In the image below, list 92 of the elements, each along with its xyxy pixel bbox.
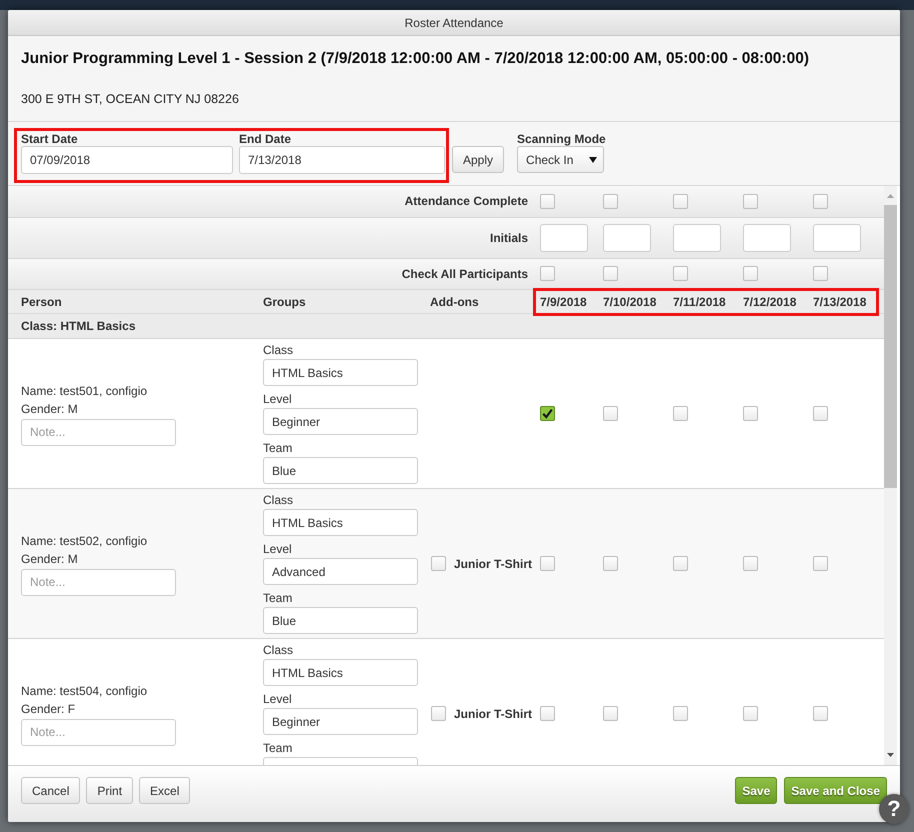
field-label: Class [263, 492, 294, 509]
footer-button[interactable]: Print [86, 777, 134, 804]
person-gender: Gender: F [21, 700, 76, 718]
checkbox[interactable] [540, 706, 555, 721]
group-field[interactable]: Beginner [263, 408, 418, 435]
caret-icon [589, 156, 598, 162]
note-field[interactable]: Note... [21, 718, 176, 746]
row-label: Initials [490, 230, 529, 244]
person-name: Name: test504, configio [21, 682, 148, 700]
start-date-field[interactable]: 07/09/2018 [21, 146, 233, 174]
date-header: 7/9/2018 [540, 294, 588, 308]
note-field[interactable]: Note... [21, 418, 176, 446]
group-field[interactable]: HTML Basics [263, 509, 418, 536]
group-field[interactable]: Blue [263, 457, 418, 484]
group-field[interactable]: HTML Basics [263, 359, 418, 386]
person-gender: Gender: M [21, 400, 78, 418]
column-header: Add-ons [430, 294, 480, 308]
checkbox[interactable] [813, 556, 828, 571]
checkbox[interactable] [540, 266, 555, 282]
person-name: Name: test501, configio [21, 382, 148, 400]
scrollbar-thumb[interactable] [884, 205, 897, 488]
checkbox[interactable] [673, 406, 688, 421]
footer-button[interactable]: Excel [139, 777, 190, 804]
field-label: Team [263, 440, 292, 457]
checkbox[interactable] [540, 406, 555, 421]
checkbox[interactable] [673, 706, 688, 721]
checkbox[interactable] [431, 706, 446, 721]
checkbox[interactable] [813, 706, 828, 721]
date-header: 7/11/2018 [673, 294, 727, 308]
note-field[interactable]: Note... [21, 568, 176, 596]
group-heading: Class: HTML Basics [21, 319, 136, 333]
field-label: Scanning Mode [517, 132, 606, 146]
checkbox[interactable] [603, 194, 618, 209]
addon-label: Junior T-Shirt [454, 706, 532, 720]
scroll-down-icon [887, 753, 894, 757]
initials-field[interactable] [540, 224, 588, 252]
column-header: Groups [263, 294, 307, 308]
help-button[interactable]: ? [879, 794, 909, 824]
column-header: Person [21, 294, 63, 308]
scroll-up-icon [887, 194, 894, 198]
field-label: Class [263, 342, 294, 359]
scanning-mode-select[interactable]: Check In [517, 146, 604, 173]
person-name: Name: test502, configio [21, 532, 148, 550]
field-label: Class [263, 642, 294, 659]
checkbox[interactable] [743, 406, 758, 421]
checkbox[interactable] [743, 194, 758, 209]
address-text: 300 E 9TH ST, OCEAN CITY NJ 08226 [21, 91, 240, 107]
group-field[interactable]: Beginner [263, 708, 418, 735]
initials-field[interactable] [813, 224, 861, 252]
date-header: 7/10/2018 [603, 294, 658, 308]
field-label: End Date [239, 132, 292, 146]
person-gender: Gender: M [21, 550, 78, 568]
field-label: Team [263, 740, 292, 757]
checkbox[interactable] [431, 556, 446, 571]
checkbox[interactable] [743, 556, 758, 571]
checkbox[interactable] [673, 266, 688, 282]
field-label: Level [263, 391, 292, 408]
footer-button[interactable]: Cancel [21, 777, 80, 804]
checkbox[interactable] [603, 706, 618, 721]
group-field[interactable]: Advanced [263, 558, 418, 585]
checkmark-icon [542, 408, 553, 419]
apply-button[interactable]: Apply [452, 146, 504, 173]
checkbox[interactable] [540, 194, 555, 209]
field-label: Level [263, 541, 292, 558]
checkbox[interactable] [813, 266, 828, 282]
checkbox[interactable] [540, 556, 555, 571]
session-title: Junior Programming Level 1 - Session 2 (7/9/2018 12:00:00 AM - 7/20/2018 12:00:00 AM, 05:00:00 - 08:00:00) [21, 49, 810, 69]
checkbox[interactable] [743, 706, 758, 721]
dialog-title: Roster Attendance [404, 16, 504, 30]
end-date-field[interactable]: 7/13/2018 [239, 146, 445, 174]
checkbox[interactable] [743, 266, 758, 282]
row-label: Check All Participants [402, 266, 529, 281]
scrollbar-track[interactable] [884, 186, 897, 765]
addon-label: Junior T-Shirt [454, 556, 532, 570]
checkbox[interactable] [813, 194, 828, 209]
checkbox[interactable] [813, 406, 828, 421]
group-field[interactable]: HTML Basics [263, 659, 418, 686]
date-header: 7/12/2018 [743, 294, 798, 308]
row-label: Attendance Complete [404, 194, 529, 208]
checkbox[interactable] [603, 266, 618, 282]
initials-field[interactable] [603, 224, 651, 252]
checkbox[interactable] [603, 406, 618, 421]
checkbox[interactable] [673, 556, 688, 571]
initials-field[interactable] [743, 224, 791, 252]
group-field[interactable]: Blue [263, 607, 418, 634]
checkbox[interactable] [603, 556, 618, 571]
field-label: Team [263, 590, 292, 607]
field-label: Start Date [21, 132, 79, 146]
initials-field[interactable] [673, 224, 721, 252]
checkbox[interactable] [673, 194, 688, 209]
field-label: Level [263, 691, 292, 708]
date-header: 7/13/2018 [813, 294, 868, 308]
